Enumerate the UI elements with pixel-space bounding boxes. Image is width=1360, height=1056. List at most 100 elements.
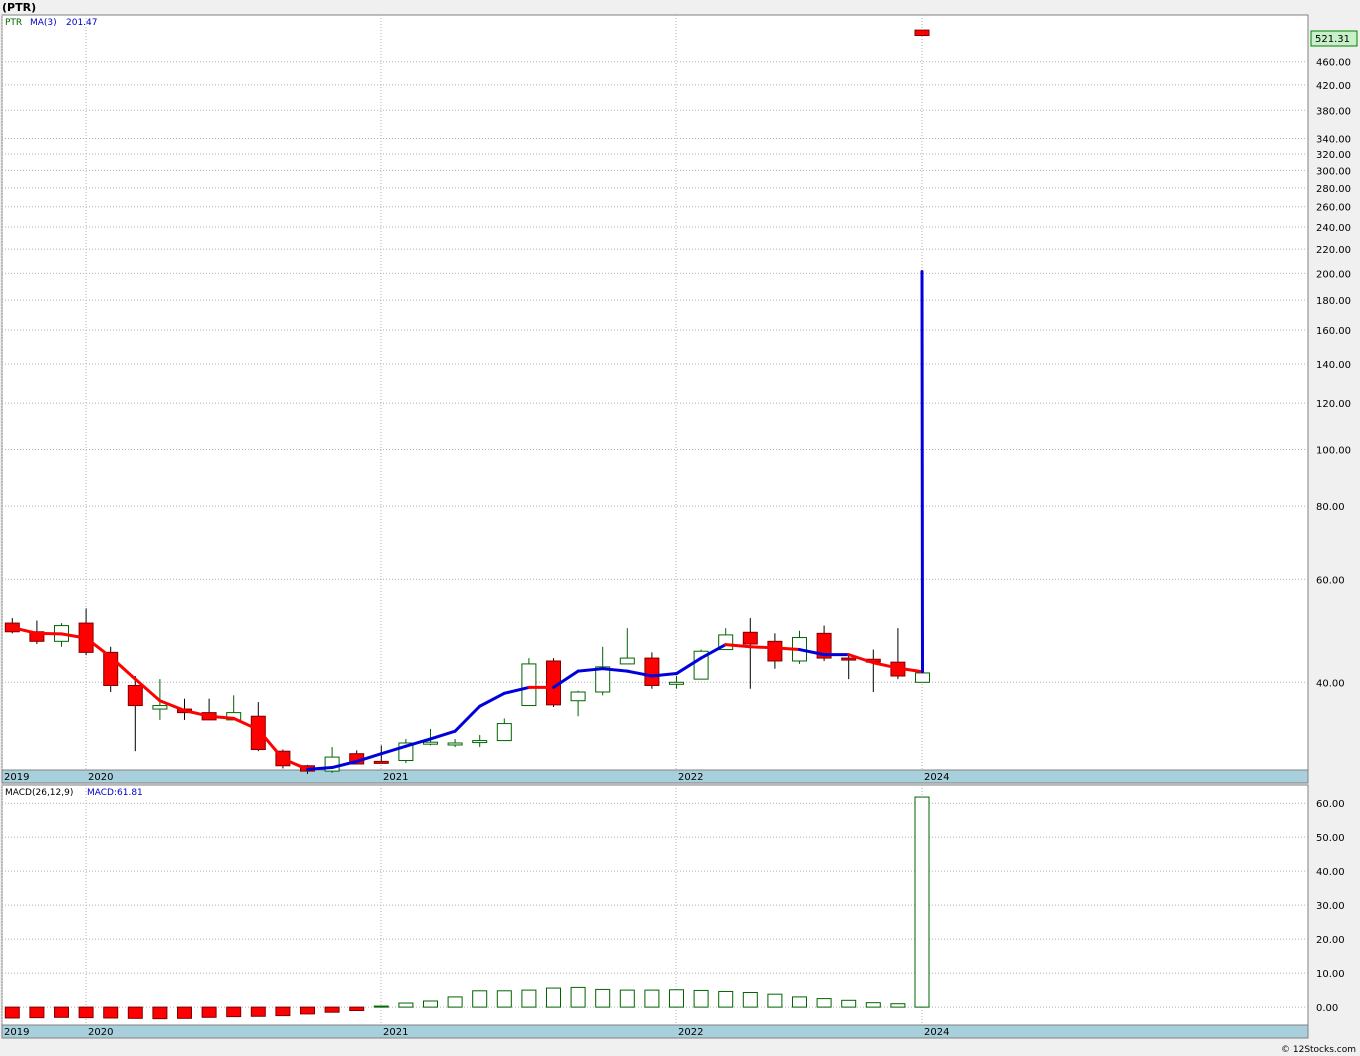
candle-body — [472, 740, 488, 744]
candle-body — [915, 672, 930, 683]
macd-bar — [447, 996, 463, 1008]
macd-tick-label: 10.00 — [1316, 969, 1345, 980]
macd-bar — [595, 988, 611, 1008]
macd-bar — [300, 1006, 315, 1015]
macd-tick-label: 60.00 — [1316, 799, 1345, 810]
macd-tick-label: 50.00 — [1316, 833, 1345, 844]
price-tick-label: 320.00 — [1316, 150, 1351, 161]
macd-bar — [496, 990, 512, 1008]
macd-bar — [644, 989, 660, 1008]
macd-bar — [619, 989, 635, 1008]
candle-body — [644, 657, 660, 686]
year-tick-label: 2021 — [383, 772, 408, 783]
candle-body — [742, 631, 758, 645]
candle-body — [841, 657, 857, 661]
ma-segment — [306, 766, 334, 771]
macd-bar — [4, 1006, 20, 1019]
macd-bar — [890, 1003, 906, 1008]
macd-bar — [792, 996, 807, 1008]
price-tick-label: 220.00 — [1316, 245, 1351, 256]
macd-bar — [349, 1006, 365, 1012]
year-tick-label: 2022 — [678, 772, 703, 783]
year-tick-label: 2022 — [678, 1027, 703, 1038]
macd-bar — [250, 1006, 266, 1017]
chart-title: (PTR) — [2, 1, 36, 14]
price-tick-label: 180.00 — [1316, 296, 1351, 307]
price-tick-label: 60.00 — [1316, 575, 1345, 586]
legend-ticker: PTR — [5, 18, 22, 28]
year-tick-label: 2020 — [88, 772, 113, 783]
macd-bar — [103, 1006, 119, 1019]
macd-bar — [54, 1006, 69, 1018]
ma-segment — [35, 631, 63, 636]
candle-body — [521, 663, 537, 707]
price-panel — [1, 14, 1309, 771]
macd-bar — [570, 986, 586, 1008]
price-tick-label: 460.00 — [1316, 58, 1351, 69]
macd-bar — [152, 1006, 168, 1020]
year-tick-label: 2024 — [924, 772, 949, 783]
macd-bar — [472, 990, 488, 1008]
macd-tick-label: 40.00 — [1316, 867, 1345, 878]
macd-bar — [914, 796, 930, 1008]
price-tick-label: 80.00 — [1316, 502, 1345, 513]
macd-tick-label: 30.00 — [1316, 901, 1345, 912]
candle-body — [152, 705, 168, 710]
year-tick-label: 2019 — [4, 772, 29, 783]
macd-bar — [29, 1006, 45, 1019]
price-tick-label: 200.00 — [1316, 269, 1351, 280]
candle-body — [447, 742, 463, 746]
candle-body — [423, 741, 438, 745]
macd-bar — [718, 990, 734, 1008]
macd-bar — [546, 987, 561, 1008]
macd-bar — [669, 989, 684, 1008]
candle-body — [496, 723, 512, 742]
price-tick-label: 120.00 — [1316, 399, 1351, 410]
price-tick-label: 380.00 — [1316, 106, 1351, 117]
macd-bar — [373, 1005, 389, 1008]
macd-tick-label: 0.00 — [1316, 1003, 1338, 1014]
macd-bar — [177, 1006, 192, 1019]
candle-body — [767, 640, 783, 662]
price-tick-label: 300.00 — [1316, 166, 1351, 177]
price-macd-chart: 40.00 60.00 80.00 100.00 120.00 140.00 160.00 1… — [1, 1, 1358, 1055]
candle-body — [250, 715, 266, 751]
candle-body — [619, 657, 635, 665]
macd-bar — [865, 1002, 881, 1008]
ma-segment — [748, 645, 777, 650]
candle-body — [914, 29, 930, 37]
year-tick-label: 2021 — [383, 1027, 408, 1038]
macd-date-band — [1, 1024, 1309, 1039]
price-tick-label: 420.00 — [1316, 81, 1351, 92]
last-price-label: 521.31 — [1315, 34, 1350, 45]
year-tick-label: 2020 — [88, 1027, 113, 1038]
legend-ma-value: 201.47 — [66, 18, 98, 28]
macd-bar — [767, 993, 783, 1008]
price-tick-label: 260.00 — [1316, 203, 1351, 214]
macd-bar — [201, 1006, 217, 1018]
ma-segment — [773, 646, 801, 652]
macd-bar — [693, 989, 709, 1008]
price-tick-label: 140.00 — [1316, 360, 1351, 371]
price-tick-label: 280.00 — [1316, 184, 1351, 195]
macd-bar — [521, 989, 537, 1008]
price-tick-label: 100.00 — [1316, 445, 1351, 456]
copyright: © 12Stocks.com — [1281, 1045, 1356, 1055]
legend-macd-value: MACD:61.81 — [87, 788, 143, 798]
legend-ma-label: MA(3) — [30, 18, 57, 28]
price-tick-label: 340.00 — [1316, 135, 1351, 146]
price-tick-label: 240.00 — [1316, 223, 1351, 234]
year-tick-label: 2019 — [4, 1027, 29, 1038]
year-tick-label: 2024 — [924, 1027, 949, 1038]
candle-body — [373, 760, 389, 764]
macd-bar — [226, 1006, 242, 1018]
price-tick-label: 40.00 — [1316, 678, 1345, 689]
macd-tick-label: 20.00 — [1316, 935, 1345, 946]
macd-bar — [841, 999, 857, 1008]
ma-segment — [920, 270, 924, 674]
candle-body — [570, 691, 586, 702]
macd-bar — [78, 1006, 94, 1019]
macd-bar — [127, 1006, 143, 1019]
price-tick-label: 160.00 — [1316, 326, 1351, 337]
macd-bar — [816, 998, 832, 1008]
